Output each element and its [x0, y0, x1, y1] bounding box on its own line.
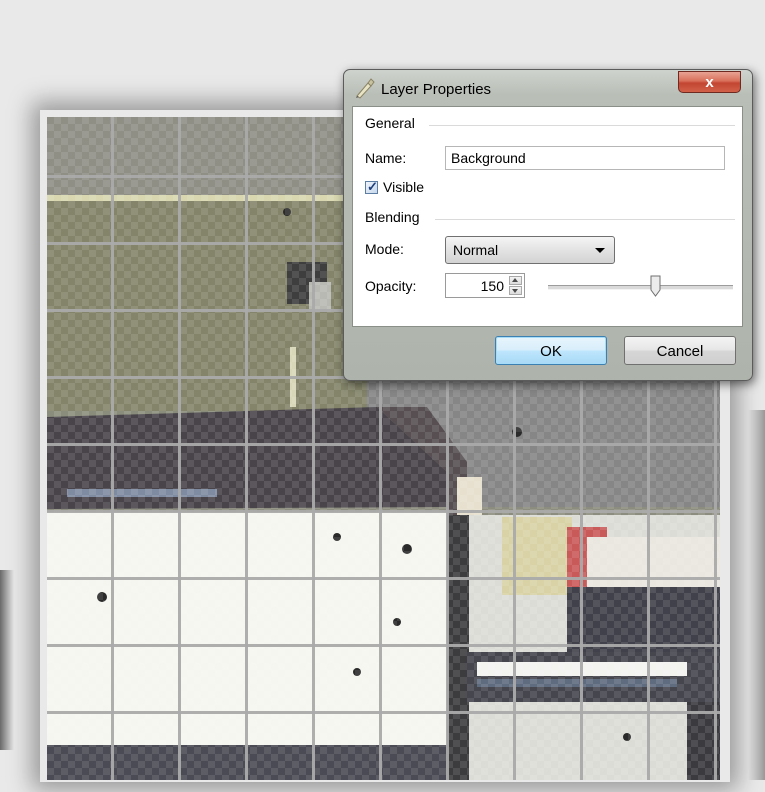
name-label: Name:	[365, 150, 407, 166]
opacity-label: Opacity:	[365, 278, 417, 294]
ok-button[interactable]: OK	[495, 336, 607, 365]
slider-track	[548, 285, 733, 290]
layer-properties-dialog: Layer Properties x General Name: ✓ Visib…	[343, 69, 753, 381]
name-input[interactable]	[445, 146, 725, 170]
spin-down-icon[interactable]	[509, 286, 522, 295]
checkmark-icon: ✓	[367, 179, 378, 194]
dialog-title: Layer Properties	[381, 81, 492, 98]
mode-select-value: Normal	[453, 242, 499, 258]
spin-up-icon[interactable]	[509, 276, 522, 285]
layer-properties-icon	[354, 77, 376, 99]
cancel-button[interactable]: Cancel	[624, 336, 736, 365]
opacity-value: 150	[480, 278, 504, 294]
dialog-content-panel: General Name: ✓ Visible Blending Mode: N…	[352, 106, 743, 327]
close-button[interactable]: x	[678, 71, 741, 93]
chevron-down-icon	[595, 248, 605, 253]
opacity-spinner[interactable]: 150	[445, 273, 525, 298]
visible-checkbox[interactable]: ✓	[365, 179, 378, 194]
general-group-divider	[429, 125, 735, 126]
close-icon: x	[705, 74, 714, 91]
mode-select[interactable]: Normal	[445, 236, 615, 264]
general-group-label: General	[365, 115, 415, 131]
visible-label[interactable]: Visible	[383, 179, 424, 195]
right-panel-shadow	[748, 410, 765, 780]
opacity-slider[interactable]	[548, 274, 733, 300]
mode-label: Mode:	[365, 241, 404, 257]
blending-group-divider	[435, 219, 735, 220]
slider-thumb[interactable]	[650, 275, 661, 297]
left-panel-shadow	[0, 570, 14, 750]
blending-group-label: Blending	[365, 209, 420, 225]
